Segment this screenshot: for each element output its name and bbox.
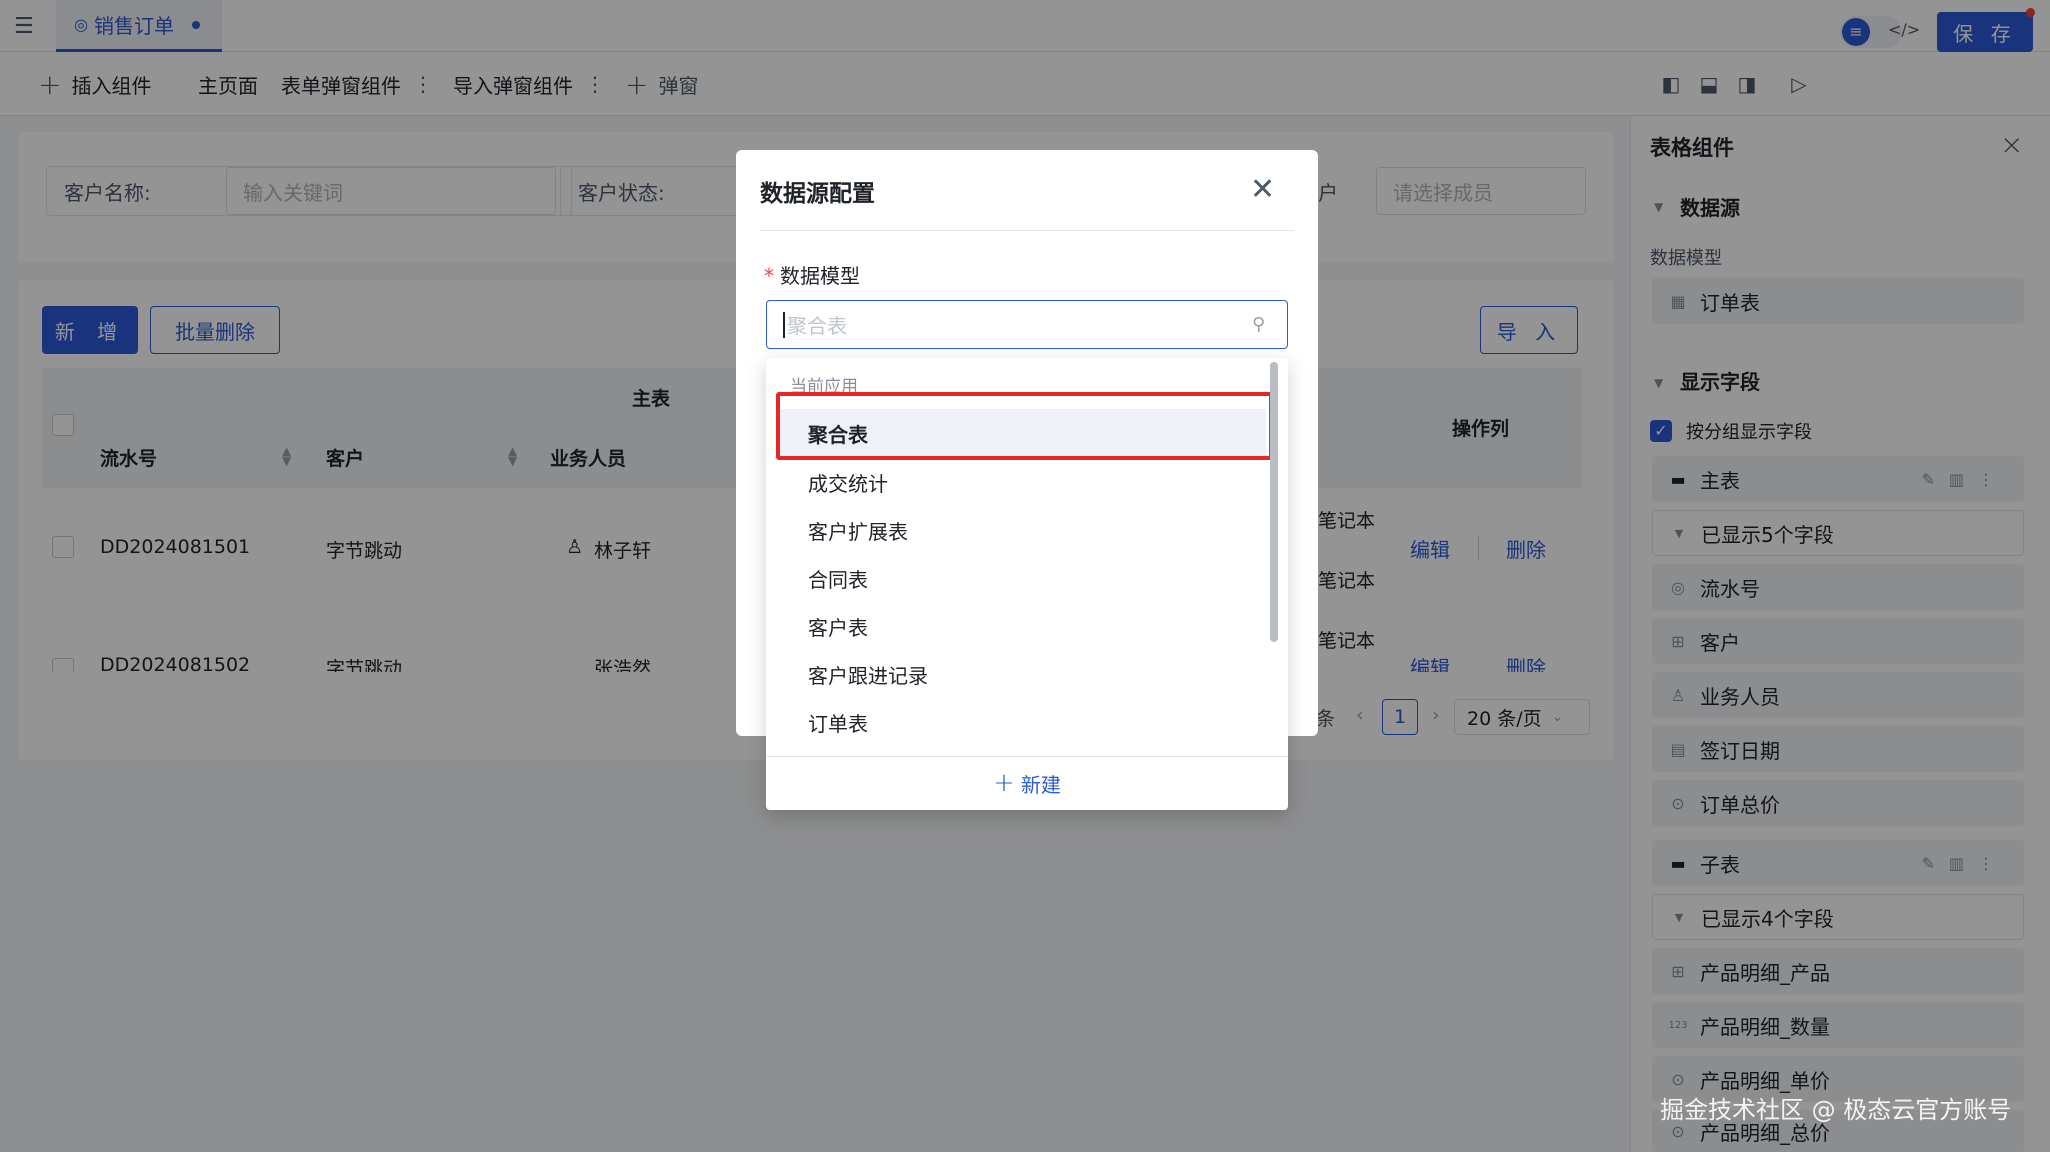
- search-icon: ⚲: [1252, 314, 1266, 335]
- data-model-select-input[interactable]: 聚合表: [766, 300, 1288, 349]
- dropdown-option[interactable]: 成交统计: [776, 458, 1266, 506]
- plus-icon: +: [993, 768, 1015, 798]
- dropdown-option[interactable]: 客户跟进记录: [776, 650, 1266, 698]
- close-icon[interactable]: ✕: [1250, 172, 1275, 207]
- watermark: 掘金技术社区 @ 极态云官方账号: [1660, 1096, 2012, 1124]
- field-label-text: 数据模型: [780, 264, 860, 288]
- modal-title: 数据源配置: [760, 181, 875, 207]
- required-mark: *: [764, 264, 774, 288]
- dropdown-option[interactable]: 合同表: [776, 554, 1266, 602]
- text-cursor: [783, 311, 785, 338]
- select-placeholder: 聚合表: [787, 314, 847, 338]
- modal-divider: [760, 230, 1294, 231]
- data-model-field-label: * 数据模型: [764, 260, 860, 289]
- dropdown-option[interactable]: 客户扩展表: [776, 506, 1266, 554]
- dropdown-option[interactable]: 订单表: [776, 698, 1266, 746]
- dropdown-option[interactable]: 客户表: [776, 602, 1266, 650]
- dropdown-scrollbar[interactable]: [1270, 362, 1278, 642]
- new-model-label: 新建: [1020, 772, 1061, 797]
- annotation-highlight-box: [776, 392, 1273, 460]
- new-model-button[interactable]: + 新建: [766, 757, 1288, 809]
